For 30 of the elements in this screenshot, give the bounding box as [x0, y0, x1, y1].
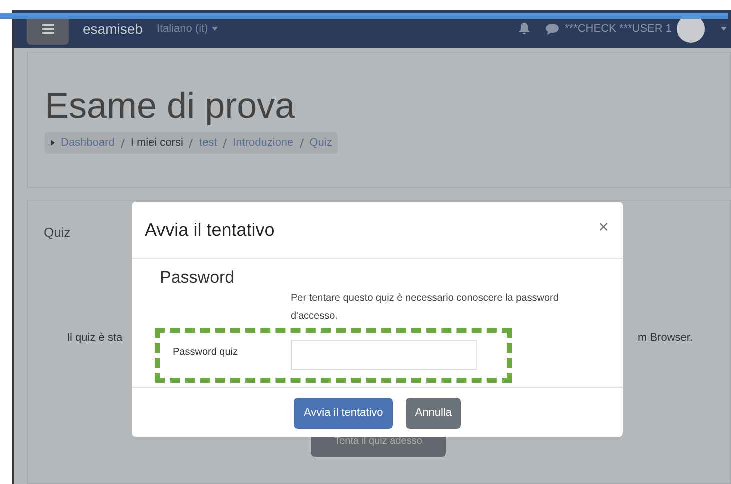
page-title: Esame di prova: [45, 86, 296, 126]
bell-icon[interactable]: [519, 23, 530, 35]
field-label: Password quiz: [173, 346, 238, 360]
breadcrumb-link[interactable]: Dashboard: [61, 134, 115, 152]
caret-icon: [51, 140, 55, 146]
breadcrumb-separator-icon: [189, 138, 194, 148]
start-button[interactable]: Avvia il tentativo: [294, 398, 394, 429]
site-name[interactable]: esamiseb: [83, 18, 143, 40]
user-name[interactable]: ***CHECK ***USER 1: [565, 20, 672, 38]
breadcrumb-separator-icon: [223, 138, 228, 148]
quiz-message: m Browser.: [638, 331, 694, 346]
quiz-message: Il quiz è sta: [67, 331, 123, 346]
card-title: Quiz: [44, 224, 71, 242]
caret-icon: [212, 27, 218, 31]
breadcrumb-separator-icon: [300, 138, 304, 148]
breadcrumb-link[interactable]: Introduzione: [233, 134, 294, 152]
password-info: Per tentare questo quiz è necessario conoscere la password d'accesso.: [291, 292, 560, 324]
breadcrumb-link[interactable]: test: [199, 134, 218, 152]
breadcrumb-link[interactable]: Quiz: [310, 134, 332, 152]
language-menu[interactable]: Italiano (it): [156, 20, 218, 38]
close-button[interactable]: ×: [598, 214, 609, 240]
menu-icon: [42, 24, 54, 34]
section-heading: Password: [160, 267, 235, 289]
modal-title: Avvia il tentativo: [145, 218, 275, 242]
breadcrumb-link[interactable]: I miei corsi: [130, 134, 184, 152]
password-field[interactable]: [291, 340, 477, 370]
breadcrumb-separator-icon: [120, 138, 125, 148]
caret-icon[interactable]: [721, 27, 727, 31]
chat-icon[interactable]: [546, 24, 560, 34]
cancel-button[interactable]: Annulla: [406, 398, 461, 429]
